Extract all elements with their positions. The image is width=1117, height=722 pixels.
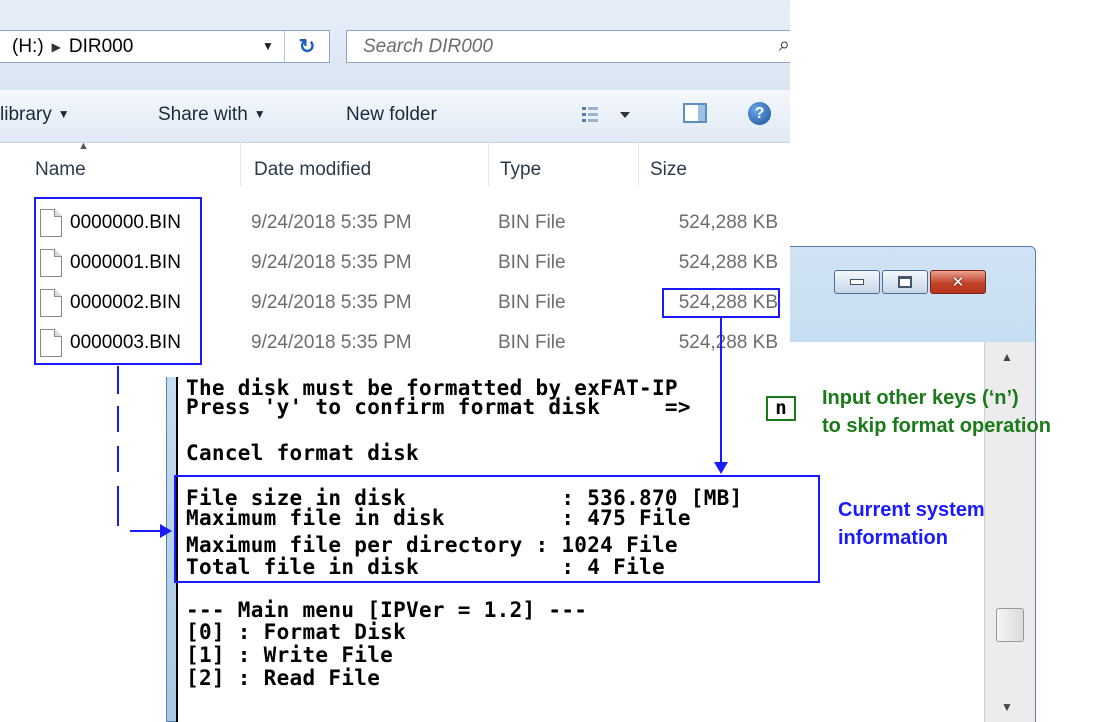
file-date: 9/24/2018 5:35 PM [251,332,412,353]
scrollbar-thumb[interactable] [996,608,1024,642]
share-with-label: Share with [158,104,248,125]
file-size-highlight-box [662,288,780,318]
minimize-button[interactable] [834,270,880,294]
console-line: [0] : Format Disk [186,620,407,644]
library-menu-button[interactable]: library ▼ [0,104,70,126]
command-bar: library ▼ Share with ▼ New folder ? [0,90,790,143]
connector-line [117,486,119,526]
window-controls: ✕ [834,270,986,294]
library-label: library [0,104,52,125]
connector-line [117,406,119,432]
file-type: BIN File [498,212,566,233]
breadcrumb-folder[interactable]: DIR000 [69,36,133,58]
connector-line [130,530,164,532]
breadcrumb-arrow-icon[interactable]: ▶ [52,40,61,54]
file-date: 9/24/2018 5:35 PM [251,292,412,313]
scroll-down-arrow-icon[interactable]: ▼ [1001,700,1013,714]
breadcrumb-drive[interactable]: (H:) [12,36,44,58]
file-size: 524,288 KB [678,332,778,353]
console-line: Cancel format disk [186,441,419,465]
sort-ascending-icon: ▲ [78,140,89,152]
close-button[interactable]: ✕ [930,270,986,294]
column-header-date[interactable]: Date modified [254,159,371,181]
file-size: 524,288 KB [678,212,778,233]
file-date: 9/24/2018 5:35 PM [251,212,412,233]
new-folder-button[interactable]: New folder [346,104,437,126]
skip-format-annotation-line1: Input other keys (‘n’) [822,387,1019,409]
console-line: --- Main menu [IPVer = 1.2] --- [186,598,588,622]
file-date: 9/24/2018 5:35 PM [251,252,412,273]
refresh-icon[interactable]: ↻ [284,31,329,62]
maximize-icon [898,276,912,288]
view-options-button[interactable] [580,104,640,132]
help-icon[interactable]: ? [748,102,771,125]
file-type: BIN File [498,332,566,353]
column-header-name[interactable]: Name [35,159,86,181]
address-dropdown-icon[interactable]: ▼ [262,39,274,53]
scroll-up-arrow-icon[interactable]: ▲ [1001,350,1013,364]
share-with-button[interactable]: Share with ▼ [158,104,266,126]
console-line: [1] : Write File [186,643,394,667]
file-type: BIN File [498,292,566,313]
address-area: (H:) ▶ DIR000 ▼ ↻ Search DIR000 ⌕ [0,0,790,90]
console-line: [2] : Read File [186,666,381,690]
search-placeholder: Search DIR000 [363,35,493,57]
column-divider[interactable] [638,142,639,186]
minimize-icon [850,279,864,285]
system-info-annotation-line2: information [838,527,948,549]
key-input-box: n [766,396,796,421]
connector-line [720,318,722,464]
connector-line [117,366,119,394]
search-icon[interactable]: ⌕ [779,34,790,57]
address-bar[interactable]: (H:) ▶ DIR000 ▼ ↻ [0,30,330,63]
chevron-down-icon: ▼ [57,107,70,121]
system-info-annotation-line1: Current system [838,499,985,521]
file-list-highlight-box [34,197,202,365]
console-line: Press 'y' to confirm format disk => [186,395,691,419]
view-list-icon [582,107,630,122]
skip-format-annotation-line2: to skip format operation [822,415,1051,437]
search-input[interactable]: Search DIR000 ⌕ [346,30,790,63]
connector-line [117,446,119,472]
arrow-down-icon [714,462,728,474]
column-header-type[interactable]: Type [500,159,541,181]
column-header-size[interactable]: Size [650,159,687,181]
arrow-right-icon [160,524,172,538]
file-size: 524,288 KB [678,252,778,273]
system-info-highlight-box [174,475,820,583]
column-divider[interactable] [240,142,241,186]
column-divider[interactable] [488,142,489,186]
preview-pane-icon[interactable] [683,103,707,123]
maximize-button[interactable] [882,270,928,294]
chevron-down-icon: ▼ [253,107,266,121]
file-type: BIN File [498,252,566,273]
close-icon: ✕ [951,273,965,291]
